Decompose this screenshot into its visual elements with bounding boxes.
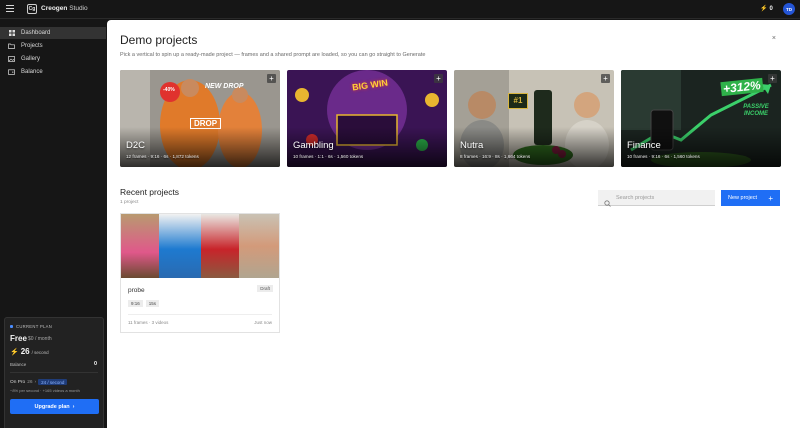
page-title: Demo projects [120,33,198,47]
on-pro-from: 26 [27,379,33,385]
plus-icon: + [768,193,773,203]
demo-card-finance[interactable]: +312% PASSIVE INCOME + Finance 10 frames… [621,70,781,167]
plan-price: $0 / month [28,336,52,342]
menu-icon[interactable] [6,5,14,13]
current-plan-text: CURRENT PLAN [16,324,53,329]
balance-label: Balance [10,362,27,367]
plan-rate-unit: / second [31,350,49,355]
brand-light: Studio [69,5,88,12]
d2c-overlay-text: NEW DROP [205,83,244,90]
bolt-icon: ⚡ [760,6,768,12]
chevron-right-icon: › [34,379,37,385]
card-meta: 10 frames · 9:16 · 6s · 1,560 tokens [627,154,700,159]
top-bar: Cg Creogen Studio ⚡ 0 TD [0,0,800,19]
plus-icon[interactable]: + [434,74,443,83]
new-project-label: New project [728,195,758,201]
brand-bold: Creogen [41,5,68,12]
credits-value: 0 [769,5,773,12]
search-field[interactable] [598,190,715,207]
plan-card: CURRENT PLAN Free $0 / month ⚡ 26 / seco… [4,317,104,428]
thumb-image [121,214,159,278]
sidebar-item-label: Dashboard [21,30,51,36]
pro-note: −8% per second · +165 videos a month [10,388,80,393]
demo-card-gambling[interactable]: BIG WIN + Gambling 10 frames · 1:1 · 6s … [287,70,447,167]
folder-icon [8,43,15,49]
plus-icon[interactable]: + [768,74,777,83]
plus-icon[interactable]: + [601,74,610,83]
card-title: Finance [627,140,661,151]
tag-aspect: 9:16 [128,300,143,307]
bolt-icon: ⚡ [10,349,19,356]
grid-icon [8,30,15,36]
card-title: Nutra [460,140,484,151]
divider [10,372,98,373]
project-tags: 9:16 15s [128,300,160,307]
on-pro-row: On Pro 26 › 24 / second [10,379,68,385]
project-name: probe [128,287,145,294]
new-project-button[interactable]: New project + [721,190,780,206]
thumb-image [239,214,279,278]
project-meta: 11 frames · 3 videos [128,320,169,325]
sidebar-item-label: Balance [21,69,43,75]
upgrade-button[interactable]: Upgrade plan › [10,399,99,414]
balance-value: 0 [93,361,97,367]
plus-icon[interactable]: + [267,74,276,83]
tag-duration: 15s [145,300,160,307]
on-pro-label: On Pro [10,379,26,385]
recent-projects-count: 1 project [120,200,139,205]
plan-rate-value: 26 [20,347,30,356]
chevron-right-icon: › [72,403,75,410]
plan-name: Free [10,334,27,343]
thumb-image [201,214,239,278]
logo-icon[interactable]: Cg [27,4,37,14]
credits-indicator[interactable]: ⚡ 0 [760,5,773,13]
sidebar-item-label: Projects [21,43,43,49]
close-icon[interactable]: × [772,35,776,42]
project-time: Just now [254,320,272,325]
page-subtitle: Pick a vertical to spin up a ready-made … [120,52,426,58]
sidebar-item-balance[interactable]: Balance [0,66,106,78]
card-title: D2C [126,140,146,151]
recent-projects-title: Recent projects [120,187,180,197]
current-plan-label: CURRENT PLAN [10,324,52,329]
card-meta: 12 frames · 9:16 · 6s · 1,872 tokens [126,154,199,159]
demo-card-d2c[interactable]: -40% NEW DROP DROP + D2C 12 frames · 9:1… [120,70,280,167]
sidebar-item-label: Gallery [21,56,41,62]
avatar[interactable]: TD [783,3,795,15]
sidebar-item-projects[interactable]: Projects [0,40,106,52]
pro-rate-badge: 24 / second [38,379,68,385]
sidebar: Dashboard Projects Gallery Balance CURRE… [0,20,106,428]
upgrade-label: Upgrade plan [34,403,70,410]
project-card[interactable]: probe Draft 9:16 15s 11 frames · 3 video… [120,213,280,333]
plan-rate: ⚡ 26 / second [10,347,49,356]
divider [128,314,272,315]
thumb-image [159,214,201,278]
image-icon [8,56,15,62]
search-icon [604,194,611,212]
card-meta: 10 frames · 1:1 · 6s · 1,560 tokens [293,154,364,159]
card-meta: 8 frames · 16:9 · 8s · 1,664 tokens [460,154,531,159]
project-thumbnails [121,214,279,278]
card-title: Gambling [293,140,334,151]
sidebar-item-gallery[interactable]: Gallery [0,53,106,65]
plan-dot-icon [10,325,13,328]
main-panel: Demo projects Pick a vertical to spin up… [107,20,800,428]
sidebar-item-dashboard[interactable]: Dashboard [0,27,106,39]
finance-overlay-text-2: PASSIVE INCOME [743,104,769,117]
demo-card-nutra[interactable]: #1 + Nutra 8 frames · 16:9 · 8s · 1,664 … [454,70,614,167]
d2c-badge: -40% [163,87,175,93]
demo-cards: -40% NEW DROP DROP + D2C 12 frames · 9:1… [120,70,781,167]
wallet-icon [8,69,15,75]
search-input[interactable] [616,193,711,203]
brand-name[interactable]: Creogen Studio [41,5,88,12]
nutra-overlay-text: #1 [508,93,528,109]
status-badge: Draft [257,285,273,292]
